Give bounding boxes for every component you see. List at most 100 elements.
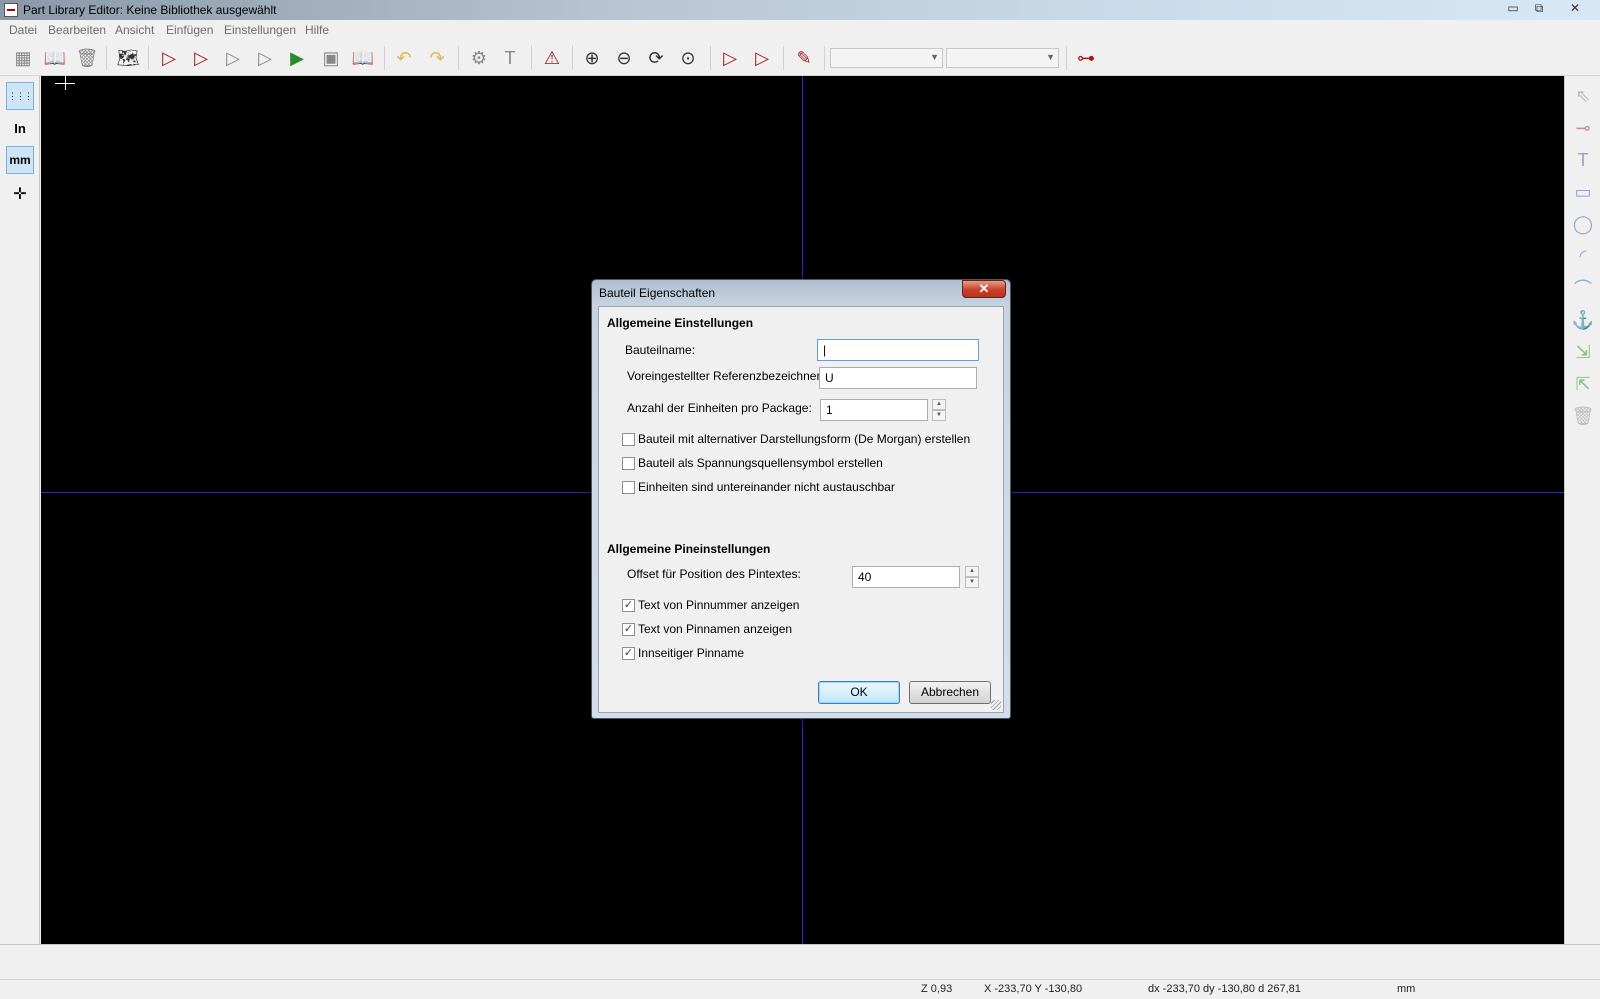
add-pin-icon[interactable]: ⊸ (1569, 114, 1597, 142)
toolbar-separator (783, 46, 784, 70)
spin-down-icon[interactable]: ▼ (932, 410, 946, 421)
add-polyline-icon[interactable]: ⌒ (1569, 274, 1597, 302)
minimize-button[interactable]: ▭ (1500, 0, 1526, 18)
pin-table-icon[interactable]: ⊶ (1072, 45, 1100, 71)
add-circle-icon[interactable]: ◯ (1569, 210, 1597, 238)
export-drawing-icon[interactable]: ⇱ (1569, 370, 1597, 398)
left-toolbar: ⋮⋮⋮ In mm ✛ (0, 76, 40, 944)
import-drawing-icon[interactable]: ⇲ (1569, 338, 1597, 366)
datasheet-icon[interactable]: ✎ (790, 45, 818, 71)
part-name-input[interactable]: | (817, 339, 979, 361)
select-tool-icon[interactable]: ⇖ (1569, 82, 1597, 110)
de-morgan-icon[interactable]: ▷ (748, 45, 776, 71)
part-name-label: Bauteilname: (625, 343, 696, 357)
add-text-icon[interactable]: T (1569, 146, 1597, 174)
spin-up-icon[interactable]: ▲ (932, 399, 946, 410)
pin-offset-spin-buttons[interactable]: ▲ ▼ (965, 566, 979, 588)
general-settings-heading: Allgemeine Einstellungen (607, 316, 754, 330)
zoom-fit-icon[interactable]: ⊙ (674, 45, 702, 71)
menu-einfuegen[interactable]: Einfügen (166, 23, 213, 37)
menu-datei[interactable]: Datei (9, 23, 37, 37)
new-part-icon[interactable]: ▷ (155, 45, 183, 71)
chevron-down-icon: ▼ (930, 52, 939, 62)
reference-input[interactable]: U (819, 367, 977, 389)
reference-label: Voreingestellter Referenzbezeichner: (627, 369, 824, 383)
cursor-shape-icon[interactable]: ✛ (6, 180, 34, 208)
units-per-package-input[interactable]: 1 (820, 399, 928, 421)
spin-up-icon[interactable]: ▲ (965, 566, 979, 577)
normal-body-icon[interactable]: ▷ (716, 45, 744, 71)
toolbar-separator (710, 46, 711, 70)
delete-item-icon[interactable]: 🗑 (1569, 402, 1597, 430)
zoom-readout: Z 0,93 (921, 983, 953, 995)
save-library-icon[interactable]: ▦ (9, 45, 37, 71)
units-per-package-label: Anzahl der Einheiten pro Package: (627, 401, 812, 415)
delete-part-icon[interactable]: 🗑 (73, 45, 101, 71)
title-bar: Part Library Editor: Keine Bibliothek au… (0, 0, 1600, 20)
power-symbol-checkbox[interactable] (622, 457, 635, 470)
pin-settings-heading: Allgemeine Pineinstellungen (607, 542, 771, 556)
units-spin-buttons[interactable]: ▲ ▼ (932, 399, 946, 421)
right-toolbar: ⇖ ⊸ T ▭ ◯ ◜ ⌒ ⚓ ⇲ ⇱ 🗑 (1564, 76, 1600, 944)
library-browser-icon[interactable]: 🗺 (114, 45, 142, 71)
dialog-body: Allgemeine Einstellungen Bauteilname: | … (598, 306, 1004, 713)
crosshair-cursor (65, 76, 66, 90)
pin-name-inside-label: Innseitiger Pinname (638, 646, 745, 660)
toolbar-separator (458, 46, 459, 70)
close-window-button[interactable]: ✕ (1562, 0, 1588, 18)
power-symbol-label: Bauteil als Spannungsquellensymbol erste… (638, 456, 883, 470)
zoom-out-icon[interactable]: ⊖ (610, 45, 638, 71)
select-library-icon[interactable]: 📖 (41, 45, 69, 71)
menu-einstellungen[interactable]: Einstellungen (224, 23, 296, 37)
pin-name-inside-checkbox[interactable]: ✓ (622, 647, 635, 660)
toolbar-separator (531, 46, 532, 70)
add-rectangle-icon[interactable]: ▭ (1569, 178, 1597, 206)
export-part-icon[interactable]: ▣ (317, 45, 345, 71)
dialog-close-button[interactable]: ✕ (962, 280, 1006, 298)
create-library-icon[interactable]: 📖 (349, 45, 377, 71)
toolbar-separator (384, 46, 385, 70)
grid-toggle-icon[interactable]: ⋮⋮⋮ (6, 82, 34, 110)
restore-button[interactable]: ⧉ (1526, 0, 1552, 18)
check-pins-icon[interactable]: ⚠ (538, 45, 566, 71)
new-part-disabled-icon[interactable]: ▷ (251, 45, 279, 71)
demorgan-label: Bauteil mit alternativer Darstellungsfor… (638, 432, 971, 446)
show-pin-name-label: Text von Pinnamen anzeigen (638, 622, 793, 636)
undo-icon[interactable]: ↶ (390, 45, 418, 71)
inch-units-button[interactable]: In (6, 114, 34, 142)
redo-icon[interactable]: ↷ (423, 45, 451, 71)
menu-ansicht[interactable]: Ansicht (115, 23, 154, 37)
units-readout: mm (1397, 983, 1416, 995)
menu-bearbeiten[interactable]: Bearbeiten (48, 23, 106, 37)
load-part-icon[interactable]: ▷ (187, 45, 215, 71)
save-part-icon[interactable]: ▷ (219, 45, 247, 71)
alias-select[interactable]: ▼ (946, 48, 1059, 68)
cancel-button[interactable]: Abbrechen (909, 681, 991, 704)
pin-offset-input[interactable]: 40 (852, 566, 960, 588)
ok-button[interactable]: OK (818, 681, 900, 704)
import-part-icon[interactable]: ▶ (283, 45, 311, 71)
part-properties-icon[interactable]: ⚙ (465, 45, 493, 71)
mm-units-button[interactable]: mm (6, 146, 34, 174)
anchor-icon[interactable]: ⚓ (1569, 306, 1597, 334)
zoom-in-icon[interactable]: ⊕ (578, 45, 606, 71)
units-locked-checkbox[interactable] (622, 481, 635, 494)
dialog-title: Bauteil Eigenschaften (599, 286, 716, 300)
main-toolbar: ▦ 📖 🗑 🗺 ▷ ▷ ▷ ▷ ▶ ▣ 📖 ↶ ↷ ⚙ T ⚠ ⊕ ⊖ ⟳ ⊙ … (0, 40, 1600, 76)
show-pin-number-checkbox[interactable]: ✓ (622, 599, 635, 612)
message-panel (0, 944, 1600, 979)
field-properties-icon[interactable]: T (496, 45, 524, 71)
toolbar-separator (148, 46, 149, 70)
window-title: Part Library Editor: Keine Bibliothek au… (23, 3, 277, 17)
toolbar-separator (572, 46, 573, 70)
show-pin-name-checkbox[interactable]: ✓ (622, 623, 635, 636)
redraw-icon[interactable]: ⟳ (642, 45, 670, 71)
units-locked-label: Einheiten sind untereinander nicht austa… (638, 480, 895, 494)
toolbar-separator (1066, 46, 1067, 70)
add-arc-icon[interactable]: ◜ (1569, 242, 1597, 270)
unit-select[interactable]: ▼ (830, 48, 943, 68)
menu-hilfe[interactable]: Hilfe (305, 23, 329, 37)
resize-grip[interactable] (991, 700, 1001, 710)
demorgan-checkbox[interactable] (622, 433, 635, 446)
spin-down-icon[interactable]: ▼ (965, 577, 979, 588)
